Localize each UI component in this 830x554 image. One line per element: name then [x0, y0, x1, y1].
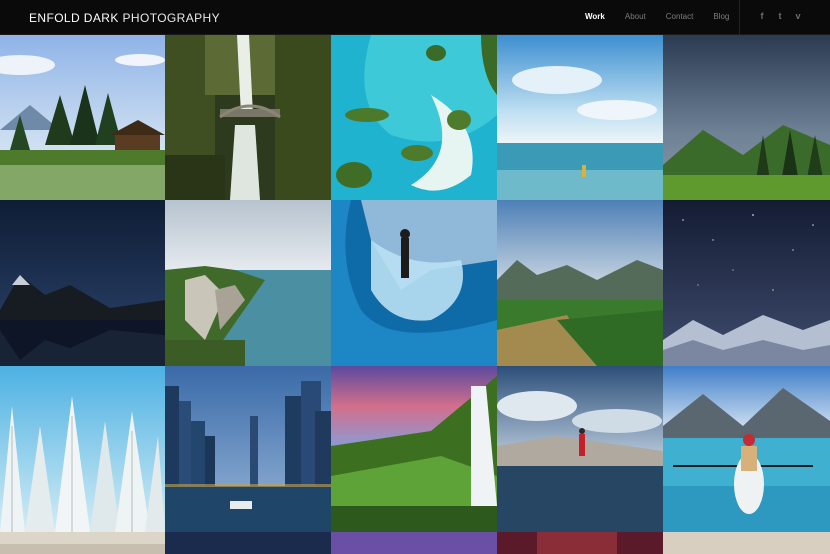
- photo-waterfall-sunset[interactable]: [331, 366, 497, 532]
- social-links: f t v: [753, 11, 807, 21]
- site-header: ENFOLD DARK PHOTOGRAPHY Work About Conta…: [0, 0, 830, 35]
- photo-waterfall-bridge[interactable]: [165, 35, 331, 200]
- photo-city-river[interactable]: [165, 366, 331, 532]
- photo-partial-3[interactable]: [331, 532, 497, 554]
- photo-kayak-lake[interactable]: [663, 366, 830, 532]
- photo-partial-1[interactable]: [0, 532, 165, 554]
- nav-item-work[interactable]: Work: [585, 12, 605, 21]
- nav-item-about[interactable]: About: [625, 12, 646, 21]
- vimeo-icon[interactable]: v: [789, 11, 807, 21]
- photo-misty-forest[interactable]: [663, 35, 830, 200]
- facebook-icon[interactable]: f: [753, 11, 771, 21]
- site-logo[interactable]: ENFOLD DARK PHOTOGRAPHY: [29, 11, 220, 25]
- photo-rocks-reflection[interactable]: [497, 366, 663, 532]
- header-divider: [739, 0, 740, 35]
- photo-night-lake-mountains[interactable]: [0, 200, 165, 366]
- photo-starry-snow-mountains[interactable]: [663, 200, 830, 366]
- main-nav: Work About Contact Blog: [585, 12, 749, 21]
- photo-partial-4[interactable]: [497, 532, 663, 554]
- photo-partial-2[interactable]: [165, 532, 331, 554]
- photo-green-valley[interactable]: [497, 200, 663, 366]
- nav-item-blog[interactable]: Blog: [713, 12, 729, 21]
- nav-item-contact[interactable]: Contact: [666, 12, 694, 21]
- photo-meadow-cabin[interactable]: [0, 35, 165, 200]
- twitter-icon[interactable]: t: [771, 11, 789, 21]
- photo-ocean-person[interactable]: [497, 35, 663, 200]
- photo-coastal-cliffs[interactable]: [165, 200, 331, 366]
- logo-brand-first: ENFOLD DARK: [29, 11, 119, 25]
- logo-brand-second: PHOTOGRAPHY: [122, 11, 221, 25]
- photo-tropical-islands[interactable]: [331, 35, 497, 200]
- photo-snowy-pines[interactable]: [0, 366, 165, 532]
- photo-grid: [0, 35, 830, 554]
- photo-ice-cave-person[interactable]: [331, 200, 497, 366]
- photo-partial-5[interactable]: [663, 532, 830, 554]
